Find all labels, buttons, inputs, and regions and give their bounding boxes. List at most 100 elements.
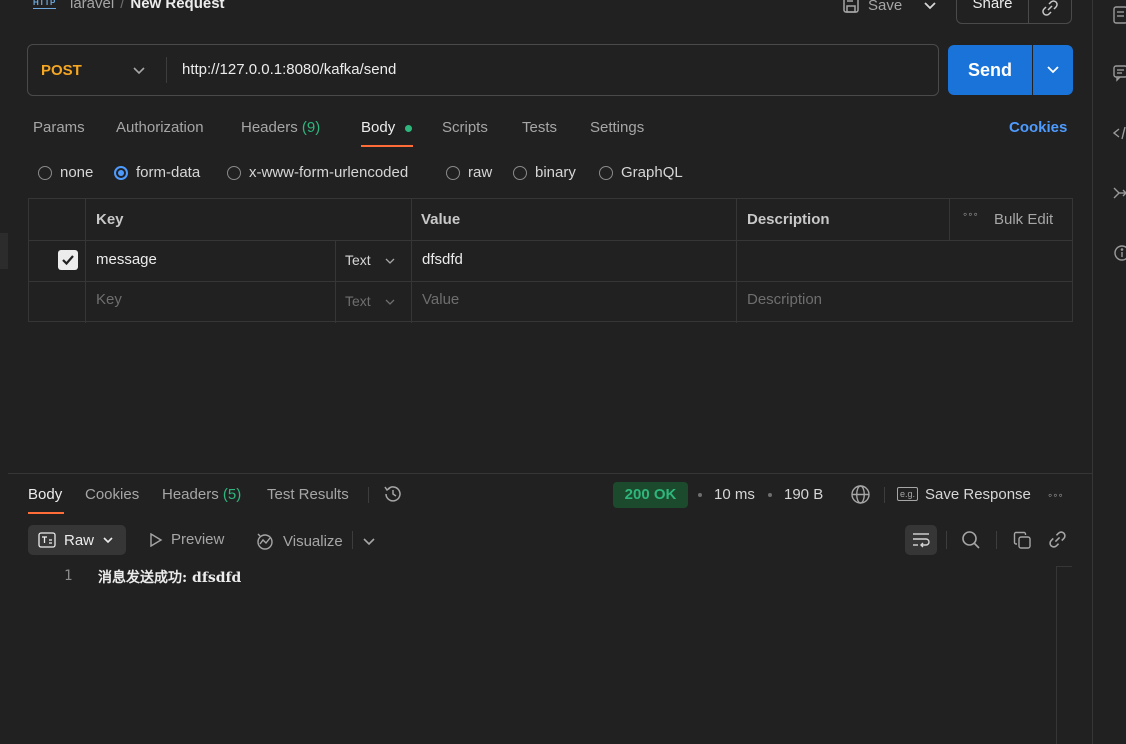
response-tab-body[interactable]: Body bbox=[28, 486, 62, 503]
column-header-description: Description bbox=[747, 211, 830, 228]
checkmark-icon bbox=[62, 255, 74, 266]
response-pane-divider[interactable] bbox=[8, 473, 1092, 474]
response-body-text[interactable]: 消息发送成功: dfsdfd bbox=[98, 567, 241, 587]
format-select[interactable]: Raw bbox=[28, 525, 126, 555]
response-tab-headers[interactable]: Headers (5) bbox=[162, 486, 241, 503]
breadcrumb-collection[interactable]: laravel bbox=[70, 0, 114, 12]
code-icon[interactable] bbox=[1113, 124, 1126, 142]
link-icon[interactable] bbox=[1048, 530, 1067, 549]
preview-button[interactable]: Preview bbox=[149, 531, 224, 548]
top-bar: HTTP laravel / New Request Save Share bbox=[0, 0, 1092, 24]
bulk-edit-button[interactable]: Bulk Edit bbox=[994, 211, 1053, 228]
chevron-down-icon[interactable] bbox=[385, 297, 395, 307]
radio-urlencoded[interactable]: x-www-form-urlencoded bbox=[227, 164, 408, 181]
radio-circle-selected bbox=[114, 165, 128, 180]
radio-form-data[interactable]: form-data bbox=[114, 164, 200, 181]
sidebar-resize-handle[interactable] bbox=[0, 233, 8, 269]
radio-binary-label: binary bbox=[535, 164, 576, 181]
chevron-down-icon[interactable] bbox=[362, 534, 376, 548]
row-enabled-checkbox[interactable] bbox=[58, 250, 78, 270]
save-icon bbox=[843, 0, 859, 13]
tab-scripts[interactable]: Scripts bbox=[442, 119, 488, 136]
breadcrumb: laravel / New Request bbox=[70, 0, 225, 12]
globe-icon[interactable] bbox=[850, 484, 871, 505]
http-request-icon: HTTP bbox=[33, 0, 56, 9]
breadcrumb-separator: / bbox=[120, 0, 125, 12]
radio-graphql-label: GraphQL bbox=[621, 164, 683, 181]
tab-body[interactable]: Body bbox=[361, 119, 395, 136]
radio-circle bbox=[38, 165, 52, 180]
response-size[interactable]: 190 B bbox=[784, 486, 823, 503]
separator-dot bbox=[698, 493, 702, 497]
chevron-down-icon[interactable] bbox=[920, 0, 940, 15]
share-button[interactable]: Share bbox=[956, 0, 1072, 24]
value-input[interactable]: Value bbox=[422, 291, 459, 308]
response-tab-test-results[interactable]: Test Results bbox=[267, 486, 349, 503]
method-select[interactable]: POST bbox=[41, 62, 82, 79]
column-header-key: Key bbox=[96, 211, 124, 228]
column-divider bbox=[736, 199, 737, 323]
copy-link-button[interactable] bbox=[1029, 0, 1071, 23]
tab-authorization[interactable]: Authorization bbox=[116, 119, 204, 136]
url-bar: POST http://127.0.0.1:8080/kafka/send bbox=[27, 44, 939, 96]
save-response-button[interactable]: Save Response bbox=[925, 486, 1031, 503]
radio-none-label: none bbox=[60, 164, 94, 181]
radio-circle bbox=[513, 165, 527, 180]
related-collections-icon[interactable] bbox=[1113, 184, 1126, 202]
description-input[interactable]: Description bbox=[747, 291, 822, 308]
play-icon bbox=[150, 532, 163, 547]
status-badge[interactable]: 200 OK bbox=[613, 482, 688, 508]
more-options-icon[interactable]: ◦◦◦ bbox=[1048, 488, 1064, 502]
tab-headers[interactable]: Headers (9) bbox=[241, 119, 320, 136]
send-button[interactable]: Send bbox=[948, 45, 1032, 95]
copy-icon[interactable] bbox=[1013, 531, 1032, 550]
radio-graphql[interactable]: GraphQL bbox=[599, 164, 683, 181]
visualize-button[interactable]: Visualize bbox=[255, 531, 343, 551]
radio-circle bbox=[446, 165, 460, 180]
response-time[interactable]: 10 ms bbox=[714, 486, 755, 503]
separator-dot bbox=[768, 493, 772, 497]
tab-settings[interactable]: Settings bbox=[590, 119, 644, 136]
comments-icon[interactable] bbox=[1113, 64, 1126, 82]
preview-label: Preview bbox=[171, 531, 225, 548]
type-select[interactable]: Text bbox=[345, 252, 371, 268]
history-icon[interactable] bbox=[383, 484, 403, 504]
value-field[interactable]: dfsdfd bbox=[422, 251, 463, 268]
visualize-label: Visualize bbox=[283, 532, 343, 550]
line-number: 1 bbox=[64, 568, 73, 584]
radio-urlencoded-label: x-www-form-urlencoded bbox=[249, 164, 409, 181]
divider bbox=[166, 57, 167, 83]
active-tab-indicator bbox=[28, 512, 64, 514]
info-icon[interactable] bbox=[1113, 244, 1126, 262]
chevron-down-icon bbox=[103, 537, 113, 544]
save-button[interactable]: Save bbox=[842, 0, 902, 16]
tab-params[interactable]: Params bbox=[33, 119, 85, 136]
response-tab-cookies[interactable]: Cookies bbox=[85, 486, 139, 503]
response-tab-headers-label: Headers bbox=[162, 486, 219, 503]
search-icon[interactable] bbox=[961, 530, 981, 550]
radio-raw[interactable]: raw bbox=[446, 164, 492, 181]
share-label: Share bbox=[957, 0, 1029, 23]
radio-circle bbox=[599, 165, 613, 180]
type-select[interactable]: Text bbox=[345, 293, 371, 309]
wrap-lines-button[interactable] bbox=[905, 525, 937, 555]
more-options-icon[interactable]: ◦◦◦ bbox=[963, 207, 979, 221]
documentation-icon[interactable] bbox=[1113, 6, 1126, 24]
key-field[interactable]: message bbox=[96, 251, 157, 268]
radio-circle bbox=[227, 165, 241, 180]
right-sidebar bbox=[1092, 0, 1126, 744]
tab-tests[interactable]: Tests bbox=[522, 119, 557, 136]
response-scrollbar[interactable] bbox=[1056, 566, 1072, 744]
radio-binary[interactable]: binary bbox=[513, 164, 576, 181]
divider bbox=[352, 531, 353, 549]
divider bbox=[368, 487, 369, 503]
request-title[interactable]: New Request bbox=[130, 0, 224, 12]
send-options-button[interactable] bbox=[1033, 45, 1073, 95]
url-input[interactable]: http://127.0.0.1:8080/kafka/send bbox=[182, 61, 396, 78]
cookies-link[interactable]: Cookies bbox=[1009, 119, 1067, 136]
chevron-down-icon[interactable] bbox=[385, 256, 395, 266]
radio-none[interactable]: none bbox=[38, 164, 93, 181]
chevron-down-icon[interactable] bbox=[132, 64, 146, 78]
radio-raw-label: raw bbox=[468, 164, 493, 181]
key-input[interactable]: Key bbox=[96, 291, 122, 308]
